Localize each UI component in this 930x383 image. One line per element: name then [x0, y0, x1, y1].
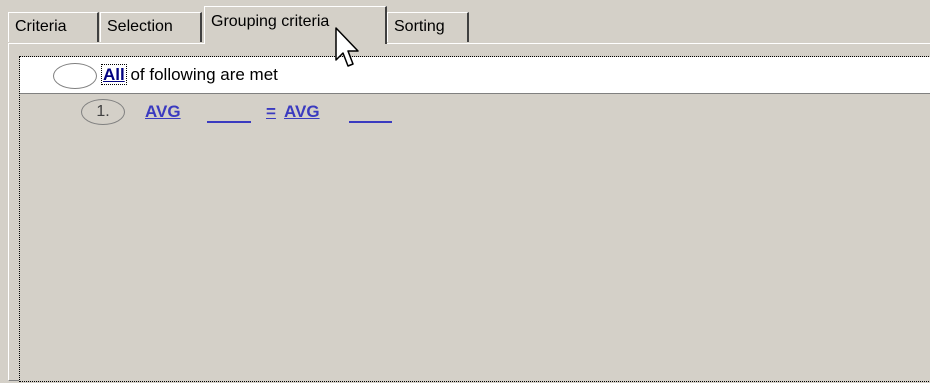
root-text-label: of following are met	[130, 65, 278, 84]
tab-selection[interactable]: Selection	[100, 12, 202, 42]
left-field-placeholder[interactable]	[207, 121, 251, 123]
right-field-placeholder[interactable]	[349, 121, 392, 123]
condition-row[interactable]: 1. AVG = AVG	[20, 97, 930, 127]
left-function-link[interactable]: AVG	[145, 101, 181, 123]
right-function-link[interactable]: AVG	[284, 101, 320, 123]
tab-criteria[interactable]: Criteria	[8, 12, 99, 42]
tab-panel: All of following are met 1. AVG = AVG	[8, 43, 930, 382]
operator-link[interactable]: =	[266, 101, 276, 123]
criteria-tree: All of following are met 1. AVG = AVG	[19, 56, 930, 382]
root-toggle-button[interactable]	[53, 63, 97, 89]
condition-number-button[interactable]: 1.	[81, 99, 125, 125]
tree-root-row[interactable]: All of following are met	[20, 57, 930, 94]
quantifier-link[interactable]: All	[103, 65, 125, 84]
tab-grouping-criteria[interactable]: Grouping criteria	[204, 6, 387, 44]
tab-sorting[interactable]: Sorting	[387, 12, 469, 42]
tab-strip: Criteria Selection Grouping criteria Sor…	[0, 0, 930, 44]
root-condition-text: All of following are met	[101, 63, 278, 87]
